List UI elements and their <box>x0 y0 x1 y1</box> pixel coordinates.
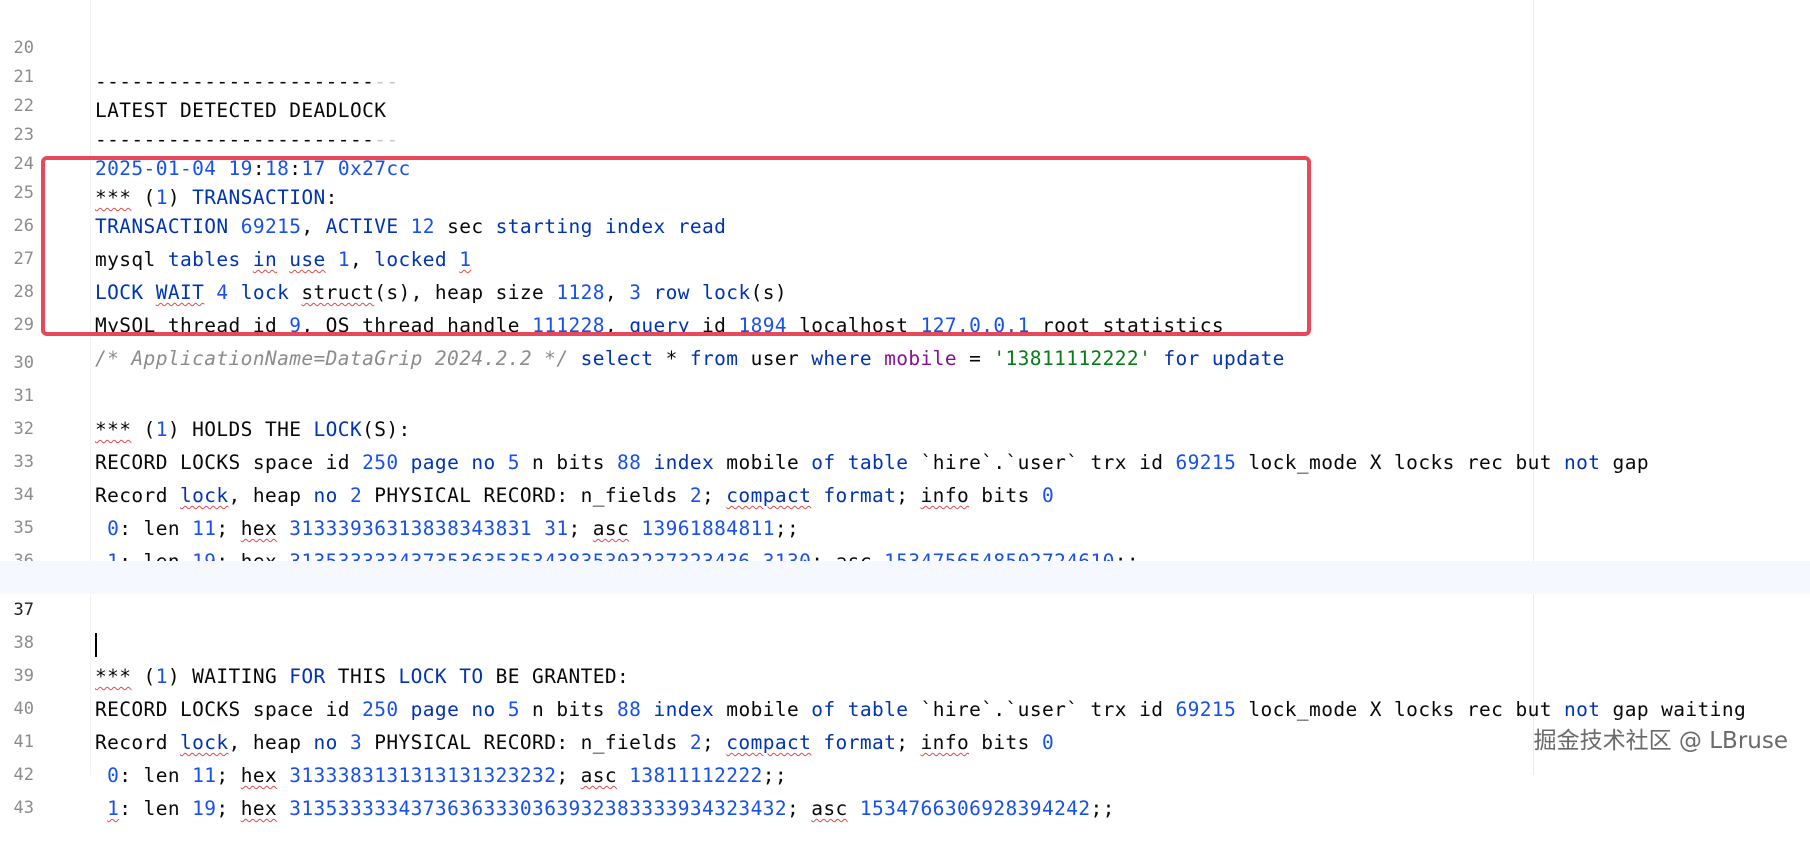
watermark-text: 掘金技术社区 @ LBruse <box>1533 728 1788 754</box>
code-line-43[interactable]: 43 <box>0 759 1810 818</box>
code-line-40[interactable]: 40 Record lock, heap no 3 PHYSICAL RECOR… <box>0 660 1810 754</box>
code-line-34[interactable]: 34 0: len 11; hex 31333936313838343831 3… <box>0 446 1810 540</box>
code-text: 1: len 19; hex 3135333334373636333036393… <box>107 797 1115 820</box>
code-line-32[interactable]: 32 RECORD LOCKS space id 250 page no 5 n… <box>0 380 1810 474</box>
code-editor[interactable]: 20 ------------------------- 21 LATEST D… <box>0 0 1810 820</box>
line-number: 43 <box>13 798 34 818</box>
code-line-33[interactable]: 33 Record lock, heap no 2 PHYSICAL RECOR… <box>0 413 1810 507</box>
code-line-36[interactable]: 36 <box>0 512 1810 571</box>
code-line-31[interactable]: 31 *** (1) HOLDS THE LOCK(S): <box>0 347 1810 441</box>
code-line-38[interactable]: 38 *** (1) WAITING FOR THIS LOCK TO BE G… <box>0 594 1810 688</box>
code-line-39[interactable]: 39 RECORD LOCKS space id 250 page no 5 n… <box>0 627 1810 721</box>
code-line-35[interactable]: 35 1: len 19; hex 3135333334373536353534… <box>0 479 1810 573</box>
annotation-highlight-box <box>41 156 1311 336</box>
code-line-37-current[interactable]: 37 <box>0 561 1810 657</box>
